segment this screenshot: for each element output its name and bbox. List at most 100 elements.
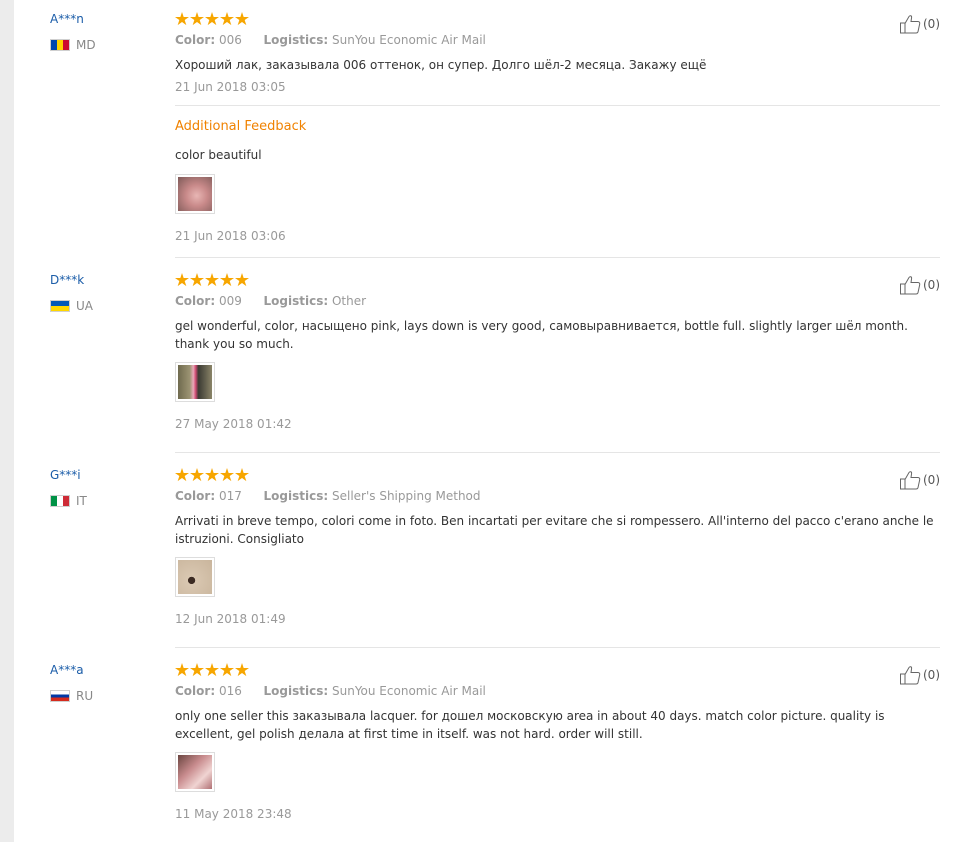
reviewer-info: A***a RU [50,663,160,703]
review-content: Color: 006 Logistics: SunYou Economic Ai… [175,12,940,243]
reviewer-info: G***i IT [50,468,160,508]
star-icon [220,468,234,482]
reviewer-info: A***n MD [50,12,160,52]
order-info: Color: 017 Logistics: Seller's Shipping … [175,489,940,503]
star-icon [175,12,189,26]
review-date: 27 May 2018 01:42 [175,417,292,431]
star-rating [175,663,940,677]
review-content: Color: 009 Logistics: Other gel wonderfu… [175,273,940,431]
country-code: MD [76,38,96,52]
thumbs-up-icon [900,276,921,295]
reviewer-country: IT [50,494,160,508]
review-photo-thumbnail[interactable] [175,557,215,597]
flag-ru-icon [50,690,70,702]
additional-feedback-date: 21 Jun 2018 03:06 [175,229,286,243]
review-photo [178,560,212,594]
star-icon [175,273,189,287]
review-item: G***i IT Color: 017 Logistics: Seller's … [50,468,940,638]
review-divider [175,452,940,453]
thumbs-up-icon [900,471,921,490]
star-icon [235,12,249,26]
color-value: 009 [218,294,242,308]
reviewer-name[interactable]: A***n [50,12,160,26]
thumbs-up-icon [900,666,921,685]
reviewer-name[interactable]: G***i [50,468,160,482]
reviewer-country: MD [50,38,160,52]
review-date: 11 May 2018 23:48 [175,807,292,821]
flag-ua-icon [50,300,70,312]
country-code: RU [76,689,94,703]
color-label: Color: [175,489,216,503]
additional-feedback-title: Additional Feedback [175,119,307,134]
thumbs-up-icon [900,15,921,34]
review-text: gel wonderful, color, насыщено pink, lay… [175,319,908,351]
flag-it-icon [50,495,70,507]
review-text: only one seller this заказывала lacquer.… [175,709,885,741]
reviewer-country: UA [50,299,160,313]
order-info: Color: 006 Logistics: SunYou Economic Ai… [175,33,940,47]
logistics-value: Seller's Shipping Method [331,489,481,503]
star-icon [190,273,204,287]
review-photo-thumbnail[interactable] [175,362,215,402]
review-photo [178,755,212,789]
star-rating [175,273,940,287]
like-count: (0) [923,668,940,682]
reviewer-name[interactable]: D***k [50,273,160,287]
logistics-label: Logistics: [263,684,329,698]
review-text: Хороший лак, заказывала 006 оттенок, он … [175,58,707,72]
order-info: Color: 009 Logistics: Other [175,294,940,308]
country-code: IT [76,494,87,508]
star-icon [235,468,249,482]
star-icon [220,273,234,287]
logistics-label: Logistics: [263,489,329,503]
like-button[interactable]: (0) [899,14,940,34]
star-icon [190,663,204,677]
star-icon [205,663,219,677]
star-icon [190,12,204,26]
review-divider [175,647,940,648]
review-item: D***k UA Color: 009 Logistics: Other gel… [50,273,940,443]
star-icon [235,663,249,677]
reviewer-info: D***k UA [50,273,160,313]
review-content: Color: 016 Logistics: SunYou Economic Ai… [175,663,940,821]
order-info: Color: 016 Logistics: SunYou Economic Ai… [175,684,940,698]
like-button[interactable]: (0) [899,470,940,490]
country-code: UA [76,299,93,313]
like-button[interactable]: (0) [899,275,940,295]
like-count: (0) [923,17,940,31]
like-count: (0) [923,473,940,487]
review-photo-thumbnail[interactable] [175,752,215,792]
additional-feedback-text: color beautiful [175,148,262,162]
color-label: Color: [175,684,216,698]
logistics-value: SunYou Economic Air Mail [331,33,486,47]
like-button[interactable]: (0) [899,665,940,685]
color-label: Color: [175,33,216,47]
color-label: Color: [175,294,216,308]
left-gutter [0,0,14,842]
reviewer-name[interactable]: A***a [50,663,160,677]
review-date: 12 Jun 2018 01:49 [175,612,286,626]
like-count: (0) [923,278,940,292]
color-value: 016 [218,684,242,698]
color-value: 017 [218,489,242,503]
divider [175,105,940,106]
review-item: A***a RU Color: 016 Logistics: SunYou Ec… [50,663,940,833]
reviewer-country: RU [50,689,160,703]
star-icon [235,273,249,287]
review-photo [178,177,212,211]
review-content: Color: 017 Logistics: Seller's Shipping … [175,468,940,626]
review-photo-thumbnail[interactable] [175,174,215,214]
review-photo [178,365,212,399]
review-item: A***n MD Color: 006 Logistics: SunYou Ec… [50,12,940,252]
star-icon [220,12,234,26]
logistics-value: Other [331,294,367,308]
star-icon [205,273,219,287]
logistics-value: SunYou Economic Air Mail [331,684,486,698]
star-icon [205,12,219,26]
star-icon [220,663,234,677]
star-icon [175,468,189,482]
star-icon [205,468,219,482]
review-text: Arrivati in breve tempo, colori come in … [175,514,934,546]
color-value: 006 [218,33,242,47]
star-icon [190,468,204,482]
